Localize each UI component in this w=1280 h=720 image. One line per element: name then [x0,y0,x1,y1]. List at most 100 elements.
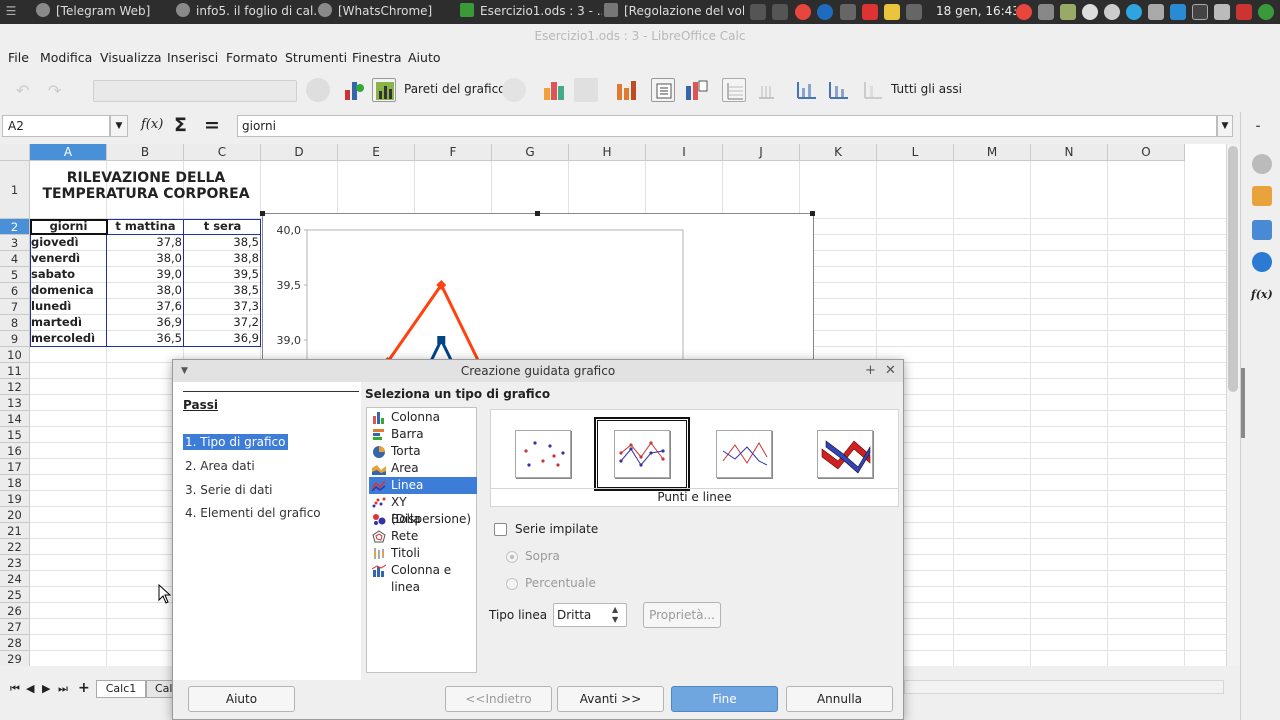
data-table-icon[interactable] [542,78,566,102]
chart-type-item[interactable]: Colonna [369,409,477,426]
notes-icon[interactable] [884,4,900,20]
sidebar-splitter[interactable] [1241,368,1245,438]
cancel-button[interactable]: Annulla [786,686,893,712]
column-header-e[interactable]: E [338,144,415,161]
data-cell[interactable]: 38,5 [185,235,260,250]
chart-type-item[interactable]: Torta [369,443,477,460]
data-cell[interactable]: 38,5 [185,283,260,298]
step-chart-elements[interactable]: 4. Elementi del grafico [183,505,323,521]
formula-input[interactable]: giorni [237,115,1217,137]
header-cell[interactable]: giorni [31,219,106,234]
row-header-25[interactable]: 25 [0,587,30,603]
menu-inserisci[interactable]: Inserisci [167,50,218,65]
row-header-12[interactable]: 12 [0,379,30,395]
data-cell[interactable]: venerdì [31,251,106,266]
menu-aiuto[interactable]: Aiuto [408,50,441,65]
data-cell[interactable]: 37,2 [185,315,260,330]
column-header-d[interactable]: D [261,144,338,161]
row-header-2[interactable]: 2 [0,219,30,235]
variant-lines-only[interactable] [696,417,792,491]
row-header-16[interactable]: 16 [0,443,30,459]
data-cell[interactable]: 38,0 [108,283,183,298]
column-header-c[interactable]: C [184,144,261,161]
taskbar-item-info5[interactable]: info5. il foglio di cal... [176,0,316,24]
menu-formato[interactable]: Formato [226,50,278,65]
chart-type-item[interactable]: Rete [369,528,477,545]
chart-type-item[interactable]: XY (Dispersione) [369,494,477,526]
data-cell[interactable]: domenica [31,283,106,298]
menu-visualizza[interactable]: Visualizza [100,50,162,65]
record-icon[interactable] [862,4,878,20]
y-axis-icon[interactable] [826,78,850,102]
tray-app2-icon[interactable] [906,4,922,20]
tray-app4-icon[interactable] [1104,4,1120,20]
chrome-green-icon[interactable] [1258,4,1274,20]
row-header-9[interactable]: 9 [0,331,30,347]
legend-on-off-icon[interactable] [651,78,675,102]
chart-type-icon[interactable] [342,78,366,102]
taskbar-item-telegram[interactable]: [Telegram Web] [36,0,166,24]
skype-icon[interactable] [1170,4,1186,20]
dialog-close-icon[interactable]: ✕ [885,360,896,382]
finish-button[interactable]: Fine [671,686,778,712]
format-selection-icon[interactable] [306,78,330,102]
sum-icon[interactable]: Σ [174,114,187,136]
chart-type-item[interactable]: Titoli [369,545,477,562]
row-header-20[interactable]: 20 [0,507,30,523]
dialog-pin-icon[interactable]: + [865,360,876,382]
column-header-a[interactable]: A [30,144,107,161]
data-cell[interactable]: 37,6 [108,299,183,314]
dialog-menu-icon[interactable]: ▼ [181,360,188,382]
data-cell[interactable]: 38,8 [185,251,260,266]
row-header-17[interactable]: 17 [0,459,30,475]
scroll-thumb[interactable] [1228,146,1238,392]
chart-walls-label[interactable]: Pareti del grafico [404,82,506,96]
apps-menu-icon[interactable]: ☰ [2,0,20,24]
horizontal-grids-icon[interactable] [722,78,746,102]
first-sheet-icon[interactable]: ⏮ [10,682,20,696]
tray-app3-icon[interactable] [1060,4,1076,20]
chart-walls-icon[interactable] [372,78,396,102]
clock[interactable]: 18 gen, 16:43 [936,0,1016,24]
chart-type-item[interactable]: Colonna e linea [369,562,477,594]
data-cell[interactable]: mercoledì [31,331,106,346]
column-header-f[interactable]: F [415,144,492,161]
row-header-19[interactable]: 19 [0,491,30,507]
step-data-series[interactable]: 3. Serie di dati [183,482,275,498]
wifi-icon[interactable] [750,4,766,20]
row-header-6[interactable]: 6 [0,283,30,299]
row-header-5[interactable]: 5 [0,267,30,283]
data-cell[interactable]: 37,8 [108,235,183,250]
data-cell[interactable]: martedì [31,315,106,330]
chrome-tray2-icon[interactable] [1016,4,1032,20]
sheet-title-line2[interactable]: TEMPERATURA CORPOREA [31,186,261,202]
taskbar-item-esercizio[interactable]: Esercizio1.ods : 3 - ... [460,0,602,24]
function-wizard-icon[interactable]: f(x) [141,117,163,132]
name-box-dropdown-icon[interactable]: ▼ [110,115,128,137]
data-cell[interactable]: 38,0 [108,251,183,266]
data-cell[interactable]: sabato [31,267,106,282]
menu-strumenti[interactable]: Strumenti [285,50,347,65]
data-cell[interactable]: 36,9 [108,315,183,330]
data-ranges-icon[interactable] [574,78,598,102]
row-header-26[interactable]: 26 [0,603,30,619]
properties-button[interactable]: Proprietà... [643,602,721,628]
chart-type-item[interactable]: Barra [369,426,477,443]
chrome-tray-icon[interactable] [795,4,811,20]
data-cell[interactable]: 39,5 [185,267,260,282]
variant-points-only[interactable] [495,417,591,491]
sheet-tab-calc1[interactable]: Calc1 [96,680,146,698]
vertical-scrollbar[interactable] [1226,144,1240,666]
all-axes-label[interactable]: Tutti gli assi [891,82,962,96]
next-sheet-icon[interactable]: ▶ [42,682,50,695]
back-button[interactable]: <<Indietro [445,686,552,712]
add-sheet-icon[interactable]: + [78,680,90,696]
prev-sheet-icon[interactable]: ◀ [26,682,34,695]
next-button[interactable]: Avanti >> [557,686,664,712]
formula-icon[interactable]: = [204,114,220,136]
column-header-j[interactable]: J [723,144,800,161]
row-header-15[interactable]: 15 [0,427,30,443]
telegram-icon[interactable] [1126,4,1142,20]
column-header-b[interactable]: B [107,144,184,161]
dialog-titlebar[interactable]: Creazione guidata grafico ▼ + ✕ [173,360,903,382]
